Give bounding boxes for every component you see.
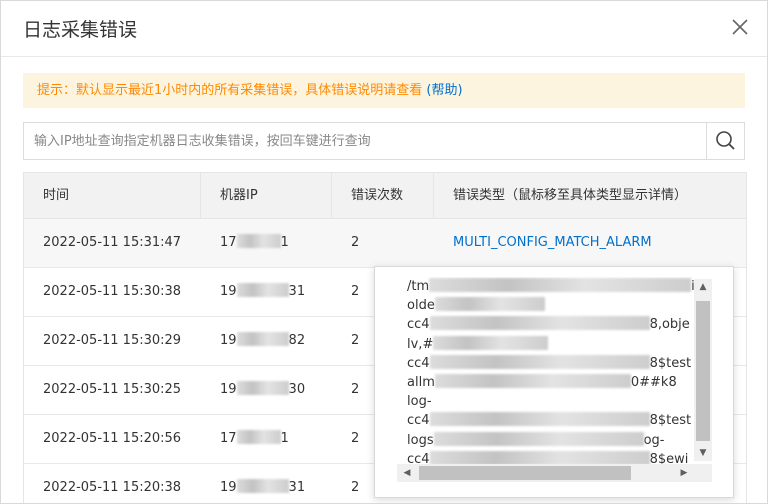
detail-line: cc4 8$ewi [407,450,694,465]
tip-text: 提示：默认显示最近1小时内的所有采集错误，具体错误说明请查看 [37,83,427,98]
redacted-ip [236,381,289,395]
ip-suffix: 82 [288,333,306,348]
vertical-scrollbar[interactable]: ▲ ▼ [694,279,712,461]
detail-line: cc4 8,obje [407,315,694,334]
ip-suffix: 1 [280,235,289,250]
cell-type: MULTI_CONFIG_MATCH_ALARM [434,219,746,267]
line-prefix: cc4 [407,355,430,371]
redacted-ip [236,283,289,297]
detail-line: allm 0##k8 [407,373,694,392]
cell-time: 2022-05-11 15:30:38 [43,284,182,299]
ip-suffix: 31 [288,284,306,299]
ip-prefix: 19 [220,480,237,495]
redacted-text [429,354,650,369]
ip-prefix: 19 [220,284,237,299]
cell-ip: 17 1 [201,219,332,267]
cell-time: 2022-05-11 15:20:38 [43,480,182,495]
vertical-scroll-thumb[interactable] [696,301,710,441]
header-time: 时间 [24,173,201,218]
arrow-left-icon[interactable]: ◀ [399,464,415,482]
search-button[interactable] [706,123,744,159]
arrow-up-icon[interactable]: ▲ [694,279,712,295]
search-icon [716,131,735,150]
ip-suffix: 1 [280,431,289,446]
scrollbar-corner [694,464,712,482]
table-header: 时间 机器IP 错误次数 错误类型（鼠标移至具体类型显示详情） [24,173,746,219]
cell-ip: 17 1 [201,415,332,463]
redacted-text [429,412,650,427]
redacted-ip [236,479,289,493]
line-prefix: olde [407,298,435,314]
detail-line: /tmi [407,277,694,296]
cell-time: 2022-05-11 15:31:47 [43,235,182,250]
error-detail-popover[interactable]: /tmi olde cc4 8,obje lv,# cc4 8$test allm 0… [374,266,734,498]
cell-time: 2022-05-11 15:20:56 [43,431,182,446]
line-suffix: 8,obje [649,317,690,333]
cell-time: 2022-05-11 15:30:25 [43,382,182,397]
ip-suffix: 30 [288,382,306,397]
arrow-right-icon[interactable]: ▶ [676,464,692,482]
line-prefix: lv,# [407,336,434,352]
line-suffix: og- [643,432,665,448]
line-prefix: cc4 [407,317,430,333]
line-suffix: 8$ewi [649,451,689,465]
line-prefix: cc4 [407,451,430,465]
line-suffix: 8$test [649,355,692,371]
redacted-text [429,450,650,465]
ip-prefix: 19 [220,333,237,348]
table-row[interactable]: 2022-05-11 15:31:47 17 1 2 MULTI_CONFIG_M… [24,219,746,268]
horizontal-scrollbar[interactable]: ◀ ▶ [397,464,694,482]
detail-line: cc4 8$test [407,354,694,373]
header-ip: 机器IP [201,173,332,218]
redacted-text [434,297,545,312]
line-suffix: 8$test [649,413,692,429]
ip-search-box [23,122,745,160]
cell-count: 2 [351,235,360,250]
ip-prefix: 17 [220,431,237,446]
redacted-ip [236,332,289,346]
cell-ip: 19 31 [201,268,332,316]
error-detail-text: /tmi olde cc4 8,obje lv,# cc4 8$test allm 0… [407,277,694,465]
log-collection-error-dialog: 日志采集错误 提示：默认显示最近1小时内的所有采集错误，具体错误说明请查看 (帮… [0,0,768,504]
line-prefix: /tm [407,279,430,294]
error-type-link[interactable]: MULTI_CONFIG_MATCH_ALARM [453,235,652,250]
horizontal-scroll-thumb[interactable] [419,466,631,480]
cell-ip: 19 82 [201,317,332,365]
cell-ip: 19 31 [201,464,332,503]
dialog-title: 日志采集错误 [23,19,138,41]
ip-prefix: 17 [220,235,237,250]
redacted-ip [236,234,281,248]
detail-line: log- [407,392,694,411]
ip-prefix: 19 [220,382,237,397]
redacted-ip [236,430,281,444]
dialog-header: 日志采集错误 [1,1,767,57]
close-icon[interactable] [729,16,751,38]
redacted-text [429,316,650,331]
line-prefix: log- [407,394,432,410]
redacted-text [429,278,692,292]
detail-line: olde [407,296,694,315]
cell-ip: 19 30 [201,366,332,414]
line-prefix: cc4 [407,413,430,429]
redacted-text [433,431,644,446]
line-suffix: 0##k8 [630,374,677,390]
detail-line: cc4 8$test [407,411,694,430]
line-prefix: allm [407,374,435,390]
ip-suffix: 31 [288,480,306,495]
detail-line: lv,# [407,335,694,354]
line-prefix: logs [407,432,434,448]
arrow-down-icon[interactable]: ▼ [694,445,712,461]
tip-banner: 提示：默认显示最近1小时内的所有采集错误，具体错误说明请查看 (帮助) [23,73,745,108]
redacted-text [434,373,631,388]
header-count: 错误次数 [332,173,434,218]
header-type: 错误类型（鼠标移至具体类型显示详情） [453,188,688,203]
help-link[interactable]: (帮助) [426,83,462,98]
detail-line: logs og- [407,431,694,450]
ip-search-input[interactable] [24,123,704,159]
cell-time: 2022-05-11 15:30:29 [43,333,182,348]
redacted-text [433,335,549,350]
